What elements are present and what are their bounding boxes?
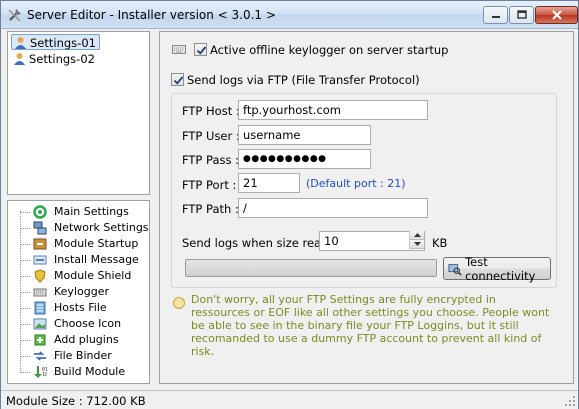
stepper-up-button[interactable] xyxy=(410,231,424,240)
offline-keylogger-checkbox[interactable] xyxy=(194,43,207,56)
nav-item-label: Install Message xyxy=(54,253,139,266)
window-title: Server Editor - Installer version < 3.0.… xyxy=(27,8,276,22)
arrow-up-icon xyxy=(413,233,421,237)
network-icon xyxy=(33,221,47,235)
nav-item-label: Network Settings xyxy=(54,221,149,234)
keyboard-icon xyxy=(33,288,47,297)
ftp-user-field[interactable]: username xyxy=(238,125,371,145)
svg-text:10: 10 xyxy=(42,372,47,378)
send-logs-ftp-checkbox[interactable] xyxy=(171,73,184,86)
nav-item-label: Module Startup xyxy=(54,237,139,250)
user-icon xyxy=(15,37,26,49)
server-editor-window: Server Editor - Installer version < 3.0.… xyxy=(0,0,579,409)
maximize-button[interactable] xyxy=(509,6,534,24)
nav-item-label: Module Shield xyxy=(54,269,132,282)
settings-item-02[interactable]: Settings-02 xyxy=(11,51,98,67)
module-size-text: Module Size : 712.00 KB xyxy=(6,394,146,408)
log-size-unit: KB xyxy=(432,236,448,250)
resize-grip-icon[interactable] xyxy=(564,395,576,407)
shield-icon xyxy=(34,269,46,283)
nav-item-label: Main Settings xyxy=(54,205,129,218)
status-bar: Module Size : 712.00 KB xyxy=(1,390,578,409)
ftp-host-field[interactable]: ftp.yourhost.com xyxy=(238,100,428,120)
nav-item-label: Add plugins xyxy=(54,333,119,346)
nav-item-label: Choose Icon xyxy=(54,317,122,330)
test-connectivity-button[interactable]: Test connectivity xyxy=(443,254,551,283)
binder-icon xyxy=(34,351,46,361)
checkmark-icon xyxy=(196,46,207,55)
settings-list[interactable]: Settings-01 Settings-02 xyxy=(7,31,150,195)
title-bar[interactable]: Server Editor - Installer version < 3.0.… xyxy=(1,1,578,29)
encryption-note: Don't worry, all your FTP Settings are f… xyxy=(191,293,550,358)
ftp-port-label: FTP Port : xyxy=(182,178,237,192)
search-computer-icon xyxy=(448,263,462,276)
ftp-pass-field[interactable]: ●●●●●●●●●● xyxy=(238,149,371,169)
message-icon xyxy=(33,255,47,265)
stepper-down-button[interactable] xyxy=(410,240,424,249)
ftp-pass-label: FTP Pass : xyxy=(182,153,240,167)
minimize-button[interactable] xyxy=(483,6,508,24)
user-icon xyxy=(14,53,25,65)
maximize-icon xyxy=(516,10,527,19)
build-icon: 0110 xyxy=(34,366,47,378)
nav-item-label: File Binder xyxy=(54,349,112,362)
offline-keylogger-label: Active offline keylogger on server start… xyxy=(210,43,449,57)
connection-progress-bar xyxy=(185,259,437,277)
test-connectivity-label: Test connectivity xyxy=(465,254,536,283)
settings-item-label: Settings-02 xyxy=(29,52,95,66)
tools-icon xyxy=(8,9,21,22)
close-icon xyxy=(551,10,562,20)
warning-icon xyxy=(173,297,185,309)
close-button[interactable] xyxy=(535,6,578,24)
ftp-host-label: FTP Host : xyxy=(182,104,240,118)
settings-item-01[interactable]: Settings-01 xyxy=(11,34,100,50)
picture-icon xyxy=(33,318,47,330)
checkmark-icon xyxy=(173,76,184,85)
default-port-hint: (Default port : 21) xyxy=(306,177,406,190)
navigation-tree: Main Settings Network Settings Module St… xyxy=(7,200,150,384)
plugin-icon xyxy=(34,334,46,346)
ftp-user-label: FTP User : xyxy=(182,129,240,143)
settings-item-label: Settings-01 xyxy=(30,36,96,50)
arrow-down-icon xyxy=(413,242,421,246)
nav-item-label: Build Module xyxy=(54,365,126,378)
send-logs-ftp-label: Send logs via FTP (File Transfer Protoco… xyxy=(187,73,420,87)
keyboard-icon xyxy=(172,45,186,54)
nav-item-label: Keylogger xyxy=(54,285,109,298)
main-settings-icon xyxy=(33,205,47,219)
startup-icon xyxy=(33,238,47,250)
ftp-port-field[interactable]: 21 xyxy=(238,173,300,193)
nav-item-label: Hosts File xyxy=(54,301,107,314)
minimize-icon xyxy=(491,16,500,18)
log-size-stepper[interactable] xyxy=(409,231,424,249)
ftp-path-label: FTP Path : xyxy=(182,202,239,216)
ftp-path-field[interactable]: / xyxy=(238,198,428,218)
hosts-icon xyxy=(34,301,46,315)
